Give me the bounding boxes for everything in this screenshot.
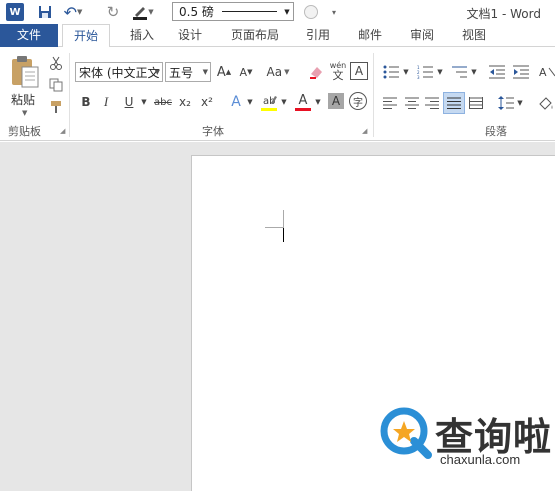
chevron-down-icon: ▼ <box>284 7 290 16</box>
font-name-value: 宋体 (中文正文 <box>79 65 160 80</box>
watermark-url: chaxunla.com <box>440 452 521 467</box>
distributed-align-button[interactable] <box>466 93 486 113</box>
chevron-down-icon: ▼ <box>154 68 160 76</box>
tab-mailings[interactable]: 邮件 <box>352 24 388 47</box>
undo-icon[interactable]: ↶ ▼ <box>64 3 83 22</box>
tab-insert[interactable]: 插入 <box>124 24 160 47</box>
ribbon-tabs: 文件 开始 插入 设计 页面布局 引用 邮件 审阅 视图 <box>0 24 555 48</box>
line-sample <box>221 11 277 12</box>
align-left-button[interactable] <box>380 93 400 113</box>
clipboard-launcher-icon[interactable]: ◢ <box>60 127 68 135</box>
format-painter-icon[interactable] <box>48 99 64 115</box>
shrink-font-icon[interactable]: A ▼ <box>236 62 256 82</box>
tab-home[interactable]: 开始 <box>62 24 110 48</box>
pen-dropdown-icon[interactable]: ▼ <box>148 8 153 16</box>
font-color-dropdown-icon[interactable]: ▼ <box>314 93 322 111</box>
font-size-value: 五号 <box>169 65 194 80</box>
save-icon[interactable] <box>36 3 54 21</box>
title-bar: W ↶ ▼ ↻ ▼ 0.5 磅 ▼ ▾ 文档1 - Word <box>0 0 555 24</box>
font-group-label: 字体 <box>202 125 224 138</box>
italic-button[interactable]: I <box>98 93 114 111</box>
highlight-dropdown-icon[interactable]: ▼ <box>280 93 288 111</box>
change-case-icon[interactable]: Aa ▼ <box>262 62 294 82</box>
svg-text:A: A <box>539 66 547 79</box>
multilevel-dropdown-icon[interactable]: ▼ <box>470 62 478 82</box>
numbering-dropdown-icon[interactable]: ▼ <box>436 62 444 82</box>
highlight-color-icon[interactable]: ab <box>258 91 280 113</box>
paste-icon[interactable] <box>10 55 40 89</box>
clear-formatting-icon[interactable] <box>306 62 326 82</box>
pen-color-icon[interactable]: ▼ <box>132 3 154 21</box>
cut-icon[interactable] <box>48 55 64 71</box>
font-name-select[interactable]: 宋体 (中文正文 ▼ <box>75 62 163 82</box>
chevron-down-icon: ▼ <box>202 68 208 76</box>
line-spacing-dropdown-icon[interactable]: ▼ <box>516 93 524 113</box>
window-title: 文档1 - Word <box>466 7 541 21</box>
tab-design[interactable]: 设计 <box>172 24 208 47</box>
enclose-characters-icon[interactable]: 字 <box>349 92 367 110</box>
paste-dropdown-icon[interactable]: ▼ <box>22 109 27 117</box>
copy-icon[interactable] <box>48 77 64 93</box>
margin-corner-mark <box>265 227 283 228</box>
undo-dropdown-icon[interactable]: ▼ <box>77 8 82 16</box>
group-divider <box>69 53 70 137</box>
underline-dropdown-icon[interactable]: ▼ <box>140 93 148 111</box>
word-logo-icon[interactable]: W <box>6 3 24 21</box>
margin-corner-mark <box>283 210 284 228</box>
grow-font-icon[interactable]: A ▲ <box>214 62 234 82</box>
increase-indent-icon[interactable] <box>510 62 532 82</box>
superscript-button[interactable]: x² <box>198 93 216 111</box>
paragraph-shading-icon[interactable] <box>536 93 555 113</box>
font-size-select[interactable]: 五号 ▼ <box>165 62 211 82</box>
line-weight-value: 0.5 磅 <box>179 5 214 19</box>
numbering-icon[interactable]: 123 <box>414 62 436 82</box>
paragraph-group-label: 段落 <box>485 125 507 138</box>
paste-button-label[interactable]: 粘贴 <box>11 91 35 108</box>
underline-button[interactable]: U <box>118 93 140 111</box>
align-center-button[interactable] <box>402 93 422 113</box>
tab-references[interactable]: 引用 <box>300 24 336 47</box>
multilevel-list-icon[interactable] <box>448 62 470 82</box>
text-effects-dropdown-icon[interactable]: ▼ <box>246 93 254 111</box>
tab-file[interactable]: 文件 <box>0 24 58 47</box>
chinese-layout-icon[interactable]: A <box>538 62 555 82</box>
subscript-button[interactable]: x₂ <box>176 93 194 111</box>
tab-review[interactable]: 审阅 <box>404 24 440 47</box>
group-divider <box>373 53 374 137</box>
font-color-icon[interactable]: A <box>292 91 314 113</box>
decrease-indent-icon[interactable] <box>486 62 508 82</box>
justify-button[interactable] <box>443 92 465 114</box>
watermark-logo-icon <box>380 407 432 459</box>
svg-text:3: 3 <box>417 75 420 79</box>
redo-icon[interactable]: ↻ <box>104 3 122 21</box>
align-right-button[interactable] <box>422 93 442 113</box>
line-weight-select[interactable]: 0.5 磅 ▼ <box>172 2 294 21</box>
strikethrough-button[interactable]: abc <box>152 93 174 111</box>
ribbon: 粘贴 ▼ 剪贴板 ◢ 宋体 (中文正文 ▼ 五号 ▼ A ▲ A ▼ Aa ▼ wén… <box>0 47 555 141</box>
line-spacing-icon[interactable] <box>496 93 516 113</box>
text-cursor <box>283 228 284 242</box>
shape-effects-icon[interactable] <box>302 3 320 21</box>
tab-page-layout[interactable]: 页面布局 <box>226 24 284 47</box>
bullets-icon[interactable] <box>380 62 402 82</box>
bullets-dropdown-icon[interactable]: ▼ <box>402 62 410 82</box>
phonetic-guide-icon[interactable]: wén 文 <box>328 59 348 83</box>
customize-quick-access-icon[interactable]: ▾ <box>328 3 340 21</box>
text-effects-icon[interactable]: A <box>226 93 246 111</box>
tab-view[interactable]: 视图 <box>456 24 492 47</box>
clipboard-group-label: 剪贴板 <box>8 125 41 138</box>
character-shading-icon[interactable]: A <box>328 93 344 109</box>
font-launcher-icon[interactable]: ◢ <box>362 127 370 135</box>
character-border-icon[interactable]: A <box>350 62 368 80</box>
bold-button[interactable]: B <box>78 93 94 111</box>
